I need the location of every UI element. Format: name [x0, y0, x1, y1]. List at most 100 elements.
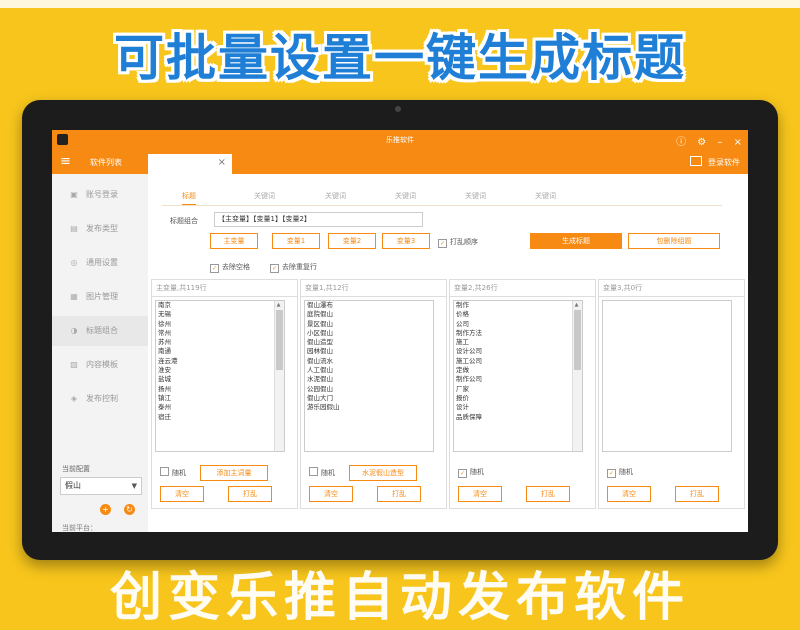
- clear-button[interactable]: 清空: [309, 486, 353, 502]
- insert-variable1-button[interactable]: 变量1: [272, 233, 320, 249]
- subtab-title[interactable]: 标题: [182, 191, 196, 205]
- list-item[interactable]: 定做: [454, 366, 582, 375]
- list-item[interactable]: 制作公司: [454, 375, 582, 384]
- software-list-menu[interactable]: 软件列表: [90, 157, 122, 168]
- cement-rockery-button[interactable]: 水泥假山造型: [349, 465, 417, 481]
- subtab-keyword[interactable]: 关键词: [325, 191, 346, 201]
- sidebar-item-content-template[interactable]: ▨ 内容模板: [52, 350, 148, 380]
- list-item[interactable]: 苏州: [156, 338, 284, 347]
- variable-list[interactable]: 南京 无锡 徐州 常州 苏州 南通 连云港 淮安 盐城 扬州 镇江 泰州 宿迁 …: [155, 300, 285, 452]
- list-item[interactable]: 庭院假山: [305, 310, 433, 319]
- scroll-up-icon[interactable]: ▲: [573, 301, 580, 310]
- scrollbar-thumb[interactable]: [276, 310, 283, 370]
- subtab-keyword[interactable]: 关键词: [395, 191, 416, 201]
- insert-main-variable-button[interactable]: 主变量: [210, 233, 258, 249]
- insert-variable3-button[interactable]: 变量3: [382, 233, 430, 249]
- list-item[interactable]: 施工公司: [454, 357, 582, 366]
- variable-list[interactable]: 假山瀑布 庭院假山 景区假山 小区假山 假山造型 园林假山 假山流水 人工假山 …: [304, 300, 434, 452]
- menu-hamburger-icon[interactable]: ≡: [60, 154, 71, 169]
- shuffle-button[interactable]: 打乱: [377, 486, 421, 502]
- list-item[interactable]: 制作: [454, 301, 582, 310]
- list-item[interactable]: 泰州: [156, 403, 284, 412]
- tab-close-icon[interactable]: ×: [218, 157, 226, 168]
- clear-button[interactable]: 清空: [458, 486, 502, 502]
- login-button[interactable]: 登录软件: [690, 156, 740, 168]
- list-item[interactable]: 盐城: [156, 375, 284, 384]
- sidebar-item-account-login[interactable]: ▣ 账号登录: [52, 180, 148, 210]
- minimize-icon[interactable]: –: [717, 137, 722, 148]
- list-item[interactable]: 设计公司: [454, 347, 582, 356]
- chevron-down-icon: ▼: [131, 482, 137, 490]
- list-item[interactable]: 扬州: [156, 385, 284, 394]
- settings-icon[interactable]: ⚙: [697, 137, 706, 148]
- generate-title-button[interactable]: 生成标题: [530, 233, 622, 249]
- shuffle-button[interactable]: 打乱: [526, 486, 570, 502]
- insert-variable2-button[interactable]: 变量2: [328, 233, 376, 249]
- scrollbar-thumb[interactable]: [574, 310, 581, 370]
- list-item[interactable]: 假山流水: [305, 357, 433, 366]
- subtab-keyword[interactable]: 关键词: [254, 191, 275, 201]
- list-item[interactable]: 制作方法: [454, 329, 582, 338]
- info-icon[interactable]: ⓘ: [676, 137, 686, 148]
- add-config-icon[interactable]: +: [100, 504, 111, 515]
- list-item[interactable]: 连云港: [156, 357, 284, 366]
- list-item[interactable]: 景区假山: [305, 320, 433, 329]
- clear-titles-button[interactable]: 包删除组题: [628, 233, 720, 249]
- config-select[interactable]: 假山 ▼: [60, 477, 142, 495]
- shuffle-order-checkbox[interactable]: ✓ 打乱顺序: [438, 237, 478, 248]
- refresh-config-icon[interactable]: ↻: [124, 504, 135, 515]
- list-item[interactable]: 公园假山: [305, 385, 433, 394]
- shuffle-button[interactable]: 打乱: [228, 486, 272, 502]
- list-item[interactable]: 报价: [454, 394, 582, 403]
- list-item[interactable]: 南通: [156, 347, 284, 356]
- checkbox-box: ✓: [438, 239, 447, 248]
- list-item[interactable]: 镇江: [156, 394, 284, 403]
- random-checkbox[interactable]: ✓ 随机: [607, 467, 633, 478]
- scrollbar[interactable]: ▲: [572, 301, 582, 451]
- sidebar-item-title-combination[interactable]: ◑ 标题组合: [52, 316, 148, 346]
- list-item[interactable]: 品质保障: [454, 413, 582, 422]
- remove-spaces-checkbox[interactable]: ✓ 去除空格: [210, 262, 250, 273]
- list-item[interactable]: 徐州: [156, 320, 284, 329]
- banner-footer: 创变乐推自动发布软件: [109, 568, 690, 628]
- scroll-up-icon[interactable]: ▲: [275, 301, 282, 310]
- variable-list[interactable]: 制作 价格 公司 制作方法 施工 设计公司 施工公司 定做 制作公司 厂家 报价…: [453, 300, 583, 452]
- list-item[interactable]: 公司: [454, 320, 582, 329]
- list-item[interactable]: 淮安: [156, 366, 284, 375]
- list-item[interactable]: 游乐园假山: [305, 403, 433, 412]
- list-item[interactable]: 园林假山: [305, 347, 433, 356]
- random-checkbox[interactable]: ✓ 随机: [458, 467, 484, 478]
- sidebar-item-publish-type[interactable]: ▤ 发布类型: [52, 214, 148, 244]
- subtab-keyword[interactable]: 关键词: [535, 191, 556, 201]
- sidebar-item-image-management[interactable]: ▦ 图片管理: [52, 282, 148, 312]
- list-item[interactable]: 假山大门: [305, 394, 433, 403]
- sidebar-item-label: 内容模板: [86, 360, 118, 369]
- list-item[interactable]: 假山瀑布: [305, 301, 433, 310]
- list-item[interactable]: 价格: [454, 310, 582, 319]
- list-item[interactable]: 水泥假山: [305, 375, 433, 384]
- checkbox-box: ✓: [607, 469, 616, 478]
- add-main-words-button[interactable]: 添加主词量: [200, 465, 268, 481]
- list-item[interactable]: 设计: [454, 403, 582, 412]
- variable-list[interactable]: [602, 300, 732, 452]
- clear-button[interactable]: 清空: [160, 486, 204, 502]
- scrollbar[interactable]: ▲: [274, 301, 284, 451]
- list-item[interactable]: 人工假山: [305, 366, 433, 375]
- sidebar-item-publish-control[interactable]: ◈ 发布控制: [52, 384, 148, 414]
- shuffle-button[interactable]: 打乱: [675, 486, 719, 502]
- close-icon[interactable]: ×: [734, 137, 742, 148]
- list-item[interactable]: 常州: [156, 329, 284, 338]
- list-item[interactable]: 厂家: [454, 385, 582, 394]
- list-item[interactable]: 无锡: [156, 310, 284, 319]
- clear-button[interactable]: 清空: [607, 486, 651, 502]
- random-checkbox[interactable]: 随机: [160, 467, 186, 478]
- random-checkbox[interactable]: 随机: [309, 467, 335, 478]
- remove-duplicates-checkbox[interactable]: ✓ 去除重复行: [270, 262, 317, 273]
- title-combo-input[interactable]: 【主变量】【变量1】【变量2】: [214, 212, 423, 227]
- subtab-keyword[interactable]: 关键词: [465, 191, 486, 201]
- sidebar-item-general-settings[interactable]: ◎ 通用设置: [52, 248, 148, 278]
- list-item[interactable]: 小区假山: [305, 329, 433, 338]
- list-item[interactable]: 宿迁: [156, 413, 284, 422]
- list-item[interactable]: 南京: [156, 301, 284, 310]
- tab-active[interactable]: ×: [148, 154, 232, 174]
